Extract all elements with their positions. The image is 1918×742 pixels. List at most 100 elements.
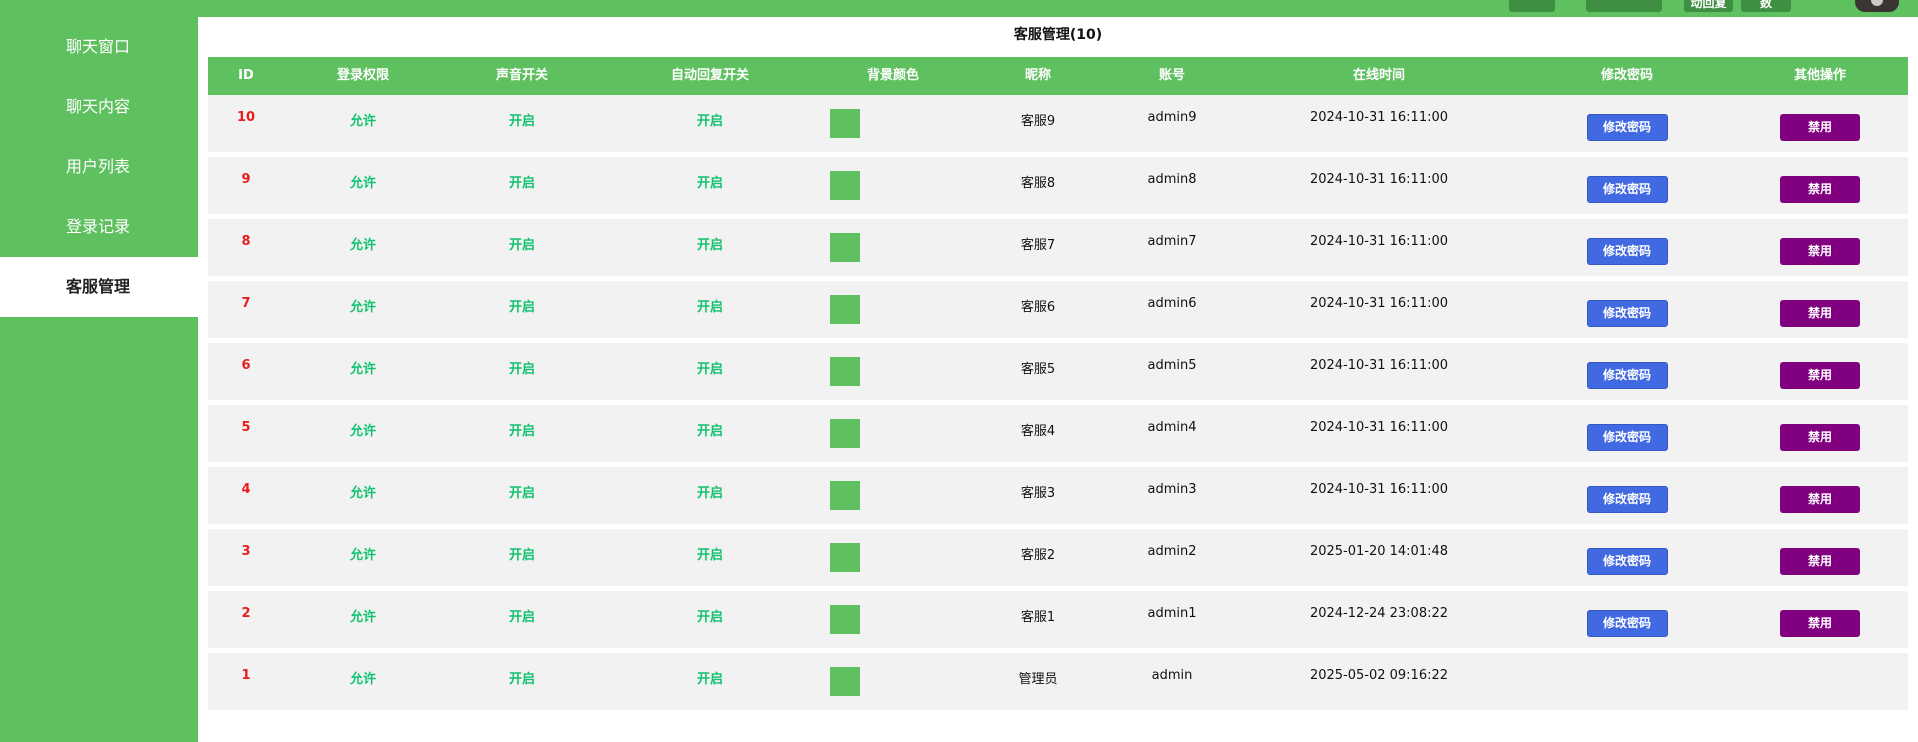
cell-login-permission[interactable]: 允许 (284, 405, 442, 462)
cell-sound-switch[interactable]: 开启 (442, 591, 602, 648)
change-password-button[interactable]: 修改密码 (1586, 610, 1668, 637)
cell-login-permission[interactable]: 允许 (284, 343, 442, 400)
cell-online-time: 2024-10-31 16:11:00 (1309, 358, 1449, 373)
cell-auto-reply-switch[interactable]: 开启 (602, 219, 818, 276)
cell-auto-reply-switch[interactable]: 开启 (602, 529, 818, 586)
color-swatch[interactable] (830, 109, 860, 138)
color-swatch[interactable] (830, 357, 860, 386)
change-password-button[interactable]: 修改密码 (1586, 300, 1668, 327)
header-id: ID (238, 68, 254, 83)
sidebar-item-agent-management[interactable]: 客服管理 (0, 257, 198, 317)
cell-online-time: 2024-12-24 23:08:22 (1309, 606, 1449, 621)
disable-button[interactable]: 禁用 (1780, 548, 1860, 575)
cell-online-time: 2024-10-31 16:11:00 (1309, 482, 1449, 497)
cell-login-permission[interactable]: 允许 (284, 467, 442, 524)
cell-nickname: 客服1 (1020, 610, 1056, 625)
cell-change-password: 修改密码 (1522, 467, 1732, 524)
change-password-button[interactable]: 修改密码 (1586, 548, 1668, 575)
change-password-button[interactable]: 修改密码 (1586, 238, 1668, 265)
cell-online-time: 2025-01-20 14:01:48 (1309, 544, 1449, 559)
cell-account: admin5 (1147, 358, 1197, 373)
cell-other-actions: 禁用 (1732, 157, 1908, 214)
cell-sound-switch[interactable]: 开启 (442, 529, 602, 586)
cell-sound-switch[interactable]: 开启 (442, 281, 602, 338)
cell-background-color (818, 653, 968, 710)
cell-auto-reply-switch[interactable]: 开启 (602, 281, 818, 338)
change-password-button[interactable]: 修改密码 (1586, 424, 1668, 451)
color-swatch[interactable] (830, 171, 860, 200)
table-header: ID 登录权限 声音开关 自动回复开关 背景颜色 昵称 账号 在线时间 修改密码… (208, 57, 1908, 95)
cell-sound-switch[interactable]: 开启 (442, 95, 602, 152)
color-swatch[interactable] (830, 233, 860, 262)
sidebar-item-user-list[interactable]: 用户列表 (0, 137, 198, 197)
disable-button[interactable]: 禁用 (1780, 362, 1860, 389)
cell-login-permission[interactable]: 允许 (284, 95, 442, 152)
change-password-button[interactable]: 修改密码 (1586, 362, 1668, 389)
cell-sound-switch[interactable]: 开启 (442, 157, 602, 214)
cell-background-color (818, 405, 968, 462)
disable-button[interactable]: 禁用 (1780, 114, 1860, 141)
cell-auto-reply-switch[interactable]: 开启 (602, 95, 818, 152)
cell-auto-reply-switch[interactable]: 开启 (602, 653, 818, 710)
change-password-button[interactable]: 修改密码 (1586, 486, 1668, 513)
cell-login-permission[interactable]: 允许 (284, 529, 442, 586)
cell-id: 1 (241, 668, 251, 683)
auto-reply-button[interactable]: 动回复 (1684, 0, 1733, 12)
cell-auto-reply-switch[interactable]: 开启 (602, 343, 818, 400)
color-swatch[interactable] (830, 481, 860, 510)
cell-online-time: 2024-10-31 16:11:00 (1309, 420, 1449, 435)
change-password-button[interactable]: 修改密码 (1586, 114, 1668, 141)
table-row: 8 允许 开启 开启 客服7 admin7 2024-10-31 16:11:00 修改密码禁… (208, 219, 1908, 276)
table-row: 3 允许 开启 开启 客服2 admin2 2025-01-20 14:01:48 修改密码禁… (208, 529, 1908, 586)
avatar[interactable] (1855, 0, 1899, 12)
cell-login-permission[interactable]: 允许 (284, 157, 442, 214)
cell-change-password: 修改密码 (1522, 405, 1732, 462)
disable-button[interactable]: 禁用 (1780, 610, 1860, 637)
cell-nickname: 管理员 (1018, 672, 1058, 687)
sidebar-item-chat-window[interactable]: 聊天窗口 (0, 17, 198, 77)
cell-id: 7 (241, 296, 251, 311)
cell-sound-switch[interactable]: 开启 (442, 653, 602, 710)
data-button[interactable]: 数 (1741, 0, 1791, 12)
cell-login-permission[interactable]: 允许 (284, 281, 442, 338)
disable-button[interactable]: 禁用 (1780, 176, 1860, 203)
cell-sound-switch[interactable]: 开启 (442, 467, 602, 524)
top-button-2[interactable] (1586, 0, 1662, 12)
cell-nickname: 客服3 (1020, 486, 1056, 501)
cell-login-permission[interactable]: 允许 (284, 219, 442, 276)
cell-id: 8 (241, 234, 251, 249)
cell-nickname: 客服4 (1020, 424, 1056, 439)
cell-background-color (818, 219, 968, 276)
disable-button[interactable]: 禁用 (1780, 424, 1860, 451)
table-row: 10 允许 开启 开启 客服9 admin9 2024-10-31 16:11:00 修改密码… (208, 95, 1908, 152)
cell-change-password: 修改密码 (1522, 529, 1732, 586)
disable-button[interactable]: 禁用 (1780, 238, 1860, 265)
header-change-password: 修改密码 (1600, 68, 1653, 83)
cell-auto-reply-switch[interactable]: 开启 (602, 591, 818, 648)
cell-sound-switch[interactable]: 开启 (442, 343, 602, 400)
sidebar-item-login-records[interactable]: 登录记录 (0, 197, 198, 257)
cell-auto-reply-switch[interactable]: 开启 (602, 157, 818, 214)
cell-sound-switch[interactable]: 开启 (442, 219, 602, 276)
sidebar-item-chat-content[interactable]: 聊天内容 (0, 77, 198, 137)
cell-auto-reply-switch[interactable]: 开启 (602, 405, 818, 462)
color-swatch[interactable] (830, 295, 860, 324)
color-swatch[interactable] (830, 667, 860, 696)
disable-button[interactable]: 禁用 (1780, 300, 1860, 327)
cell-other-actions: 禁用 (1732, 529, 1908, 586)
color-swatch[interactable] (830, 605, 860, 634)
top-button-1[interactable] (1509, 0, 1555, 12)
cell-other-actions: 禁用 (1732, 405, 1908, 462)
cell-sound-switch[interactable]: 开启 (442, 405, 602, 462)
change-password-button[interactable]: 修改密码 (1586, 176, 1668, 203)
color-swatch[interactable] (830, 419, 860, 448)
cell-auto-reply-switch[interactable]: 开启 (602, 467, 818, 524)
main-content: 客服管理(10) ID 登录权限 声音开关 自动回复开关 背景颜色 昵称 账号 … (198, 17, 1918, 742)
color-swatch[interactable] (830, 543, 860, 572)
table-row: 9 允许 开启 开启 客服8 admin8 2024-10-31 16:11:00 修改密码禁… (208, 157, 1908, 214)
disable-button[interactable]: 禁用 (1780, 486, 1860, 513)
header-nickname: 昵称 (1024, 68, 1051, 83)
cell-login-permission[interactable]: 允许 (284, 591, 442, 648)
cell-login-permission[interactable]: 允许 (284, 653, 442, 710)
cell-account: admin7 (1147, 234, 1197, 249)
